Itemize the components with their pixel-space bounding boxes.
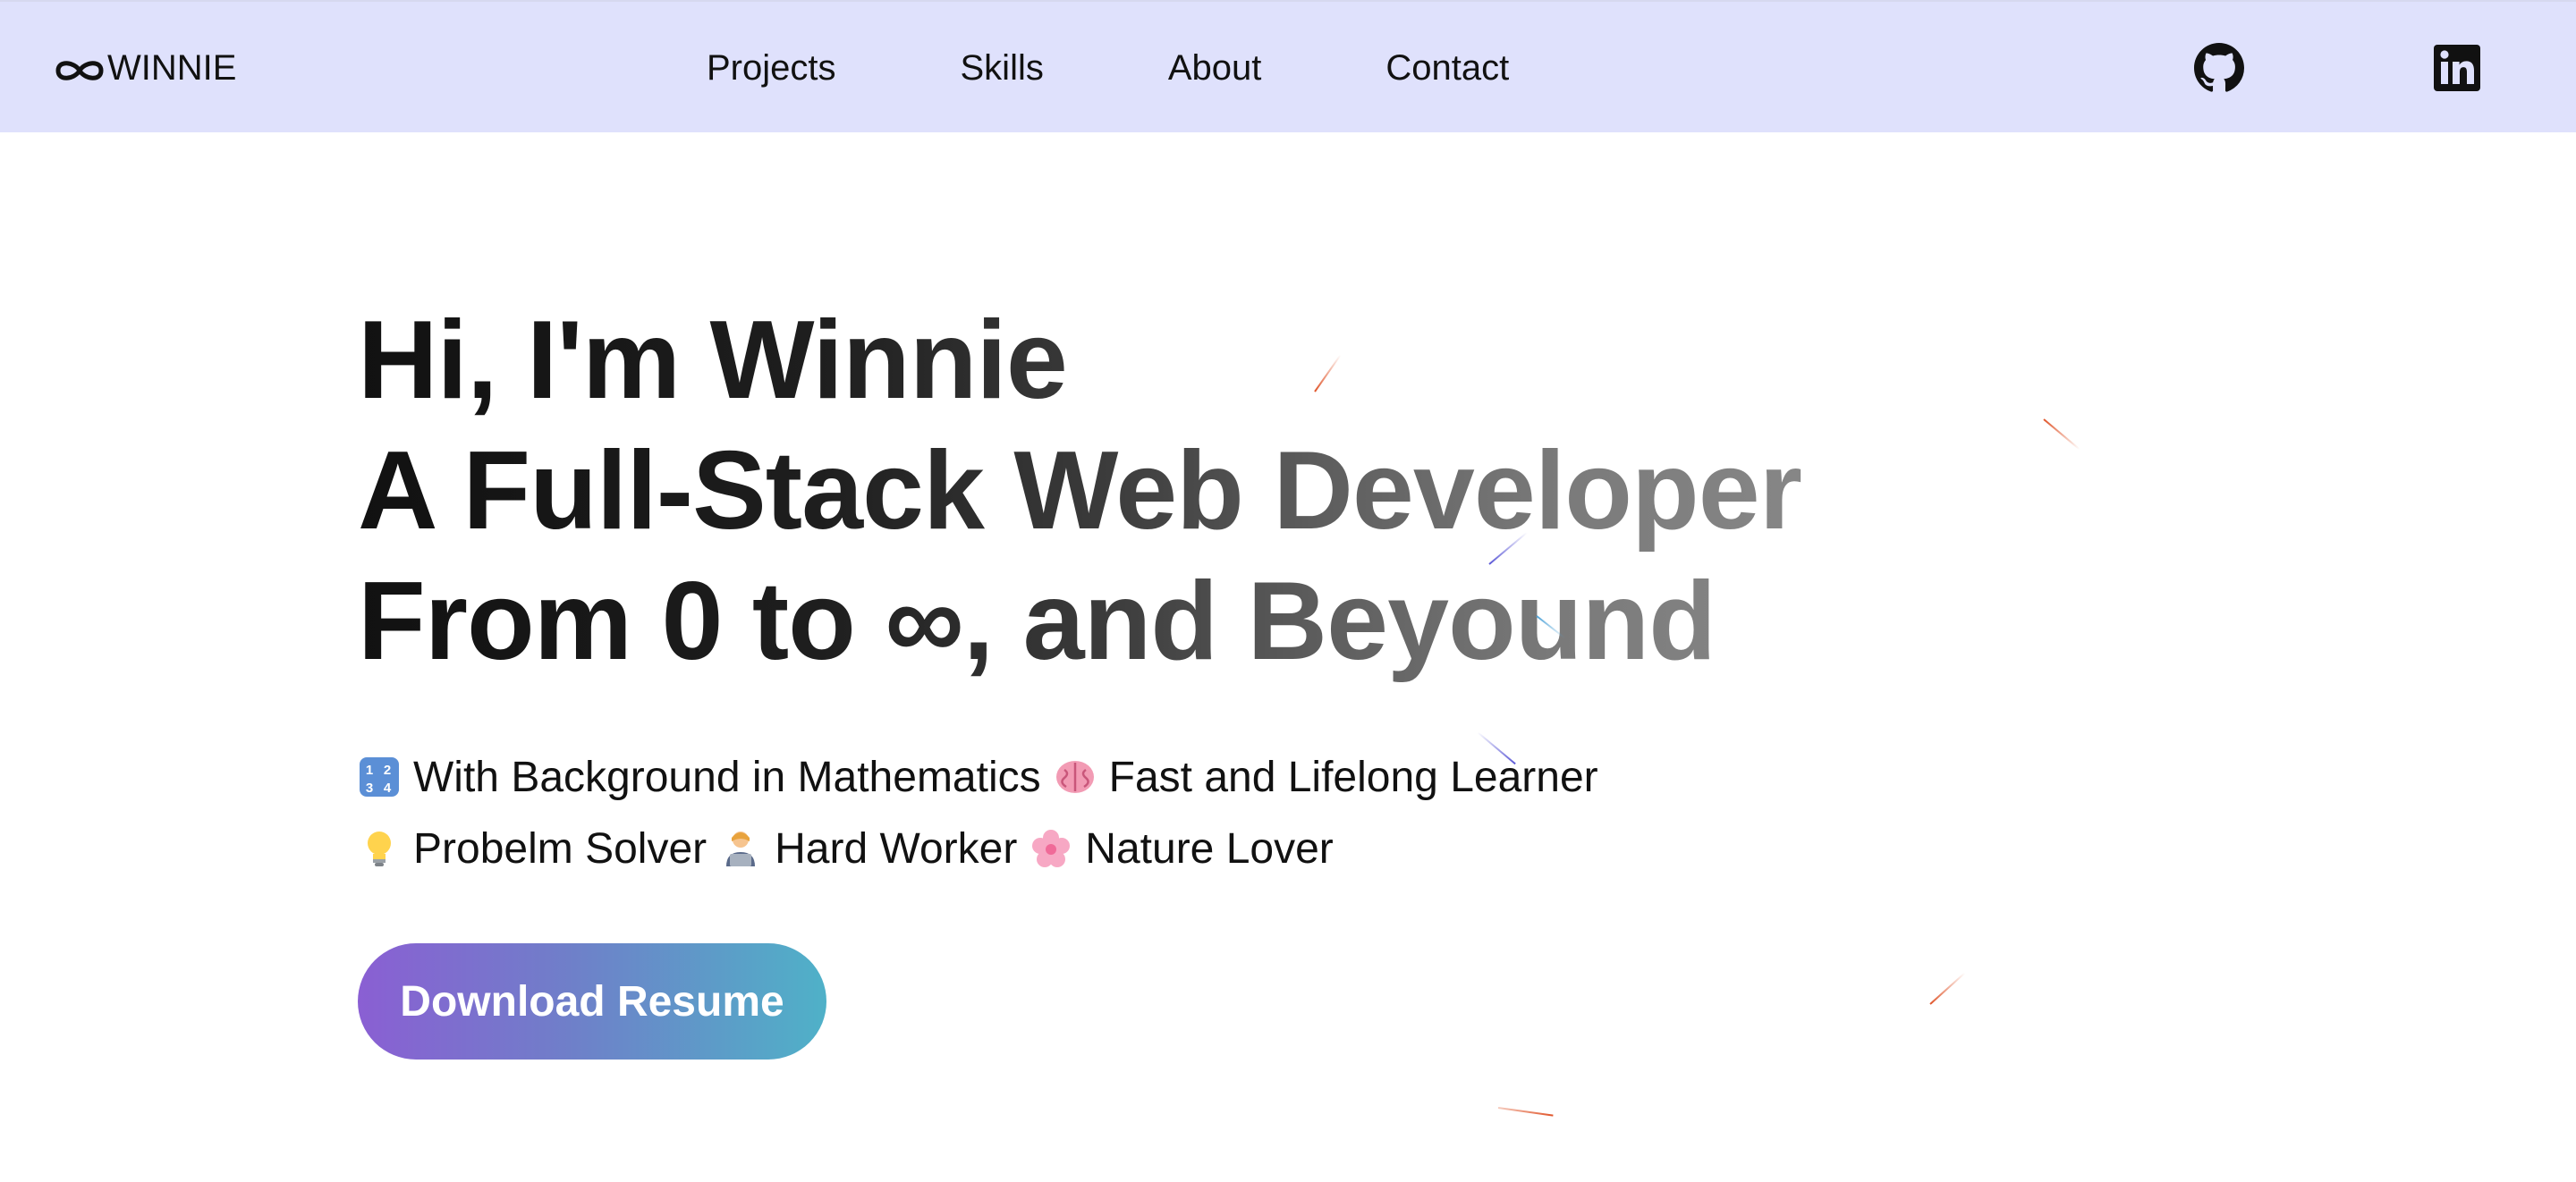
download-resume-button[interactable]: Download Resume	[358, 943, 826, 1060]
github-icon[interactable]	[2194, 43, 2244, 93]
headline-greeting: Hi, I'm Winnie	[358, 295, 1896, 426]
svg-text:1: 1	[366, 763, 373, 778]
svg-text:4: 4	[384, 781, 392, 796]
trait-learner: Fast and Lifelong Learner	[1108, 754, 1598, 801]
hero-section: Hi, I'm Winnie A Full-Stack Web Develope…	[358, 295, 1896, 687]
trait-nature-lover: Nature Lover	[1085, 825, 1334, 873]
headline-role: A Full-Stack Web Developer	[358, 426, 1896, 556]
numbers-1234-icon: 1 2 3 4	[358, 756, 401, 798]
nav-link-projects[interactable]: Projects	[707, 50, 836, 86]
nav-link-contact[interactable]: Contact	[1385, 50, 1509, 86]
light-bulb-icon	[358, 827, 401, 870]
svg-text:2: 2	[384, 763, 391, 778]
decorative-streak	[1497, 1107, 1554, 1117]
trait-problem-solver: Probelm Solver	[413, 825, 708, 873]
navbar: WINNIE Projects Skills About Contact	[0, 0, 2576, 132]
trait-hard-worker: Hard Worker	[775, 825, 1018, 873]
decorative-streak	[2043, 418, 2080, 451]
infinity-icon	[54, 55, 106, 81]
brain-icon	[1054, 756, 1097, 798]
headline-tagline: From 0 to ∞, and Beyound	[358, 556, 1896, 687]
logo-text: WINNIE	[107, 48, 237, 88]
hero-headline: Hi, I'm Winnie A Full-Stack Web Develope…	[358, 295, 1896, 687]
decorative-streak	[1929, 972, 1966, 1005]
cherry-blossom-icon	[1030, 827, 1072, 870]
nav-link-skills[interactable]: Skills	[961, 50, 1044, 86]
linkedin-icon[interactable]	[2432, 43, 2482, 93]
traits-list: 1 2 3 4 With Background in Mathematics F…	[358, 742, 1598, 885]
traits-line-1: 1 2 3 4 With Background in Mathematics F…	[358, 742, 1598, 814]
traits-line-2: Probelm Solver Hard Worker Nature Lover	[358, 814, 1598, 885]
logo[interactable]: WINNIE	[54, 41, 236, 95]
nav-link-about[interactable]: About	[1168, 50, 1262, 86]
svg-text:3: 3	[366, 781, 373, 796]
nav-links: Projects Skills About Contact	[707, 41, 1509, 95]
trait-mathematics: With Background in Mathematics	[413, 754, 1041, 801]
technologist-icon	[719, 827, 762, 870]
